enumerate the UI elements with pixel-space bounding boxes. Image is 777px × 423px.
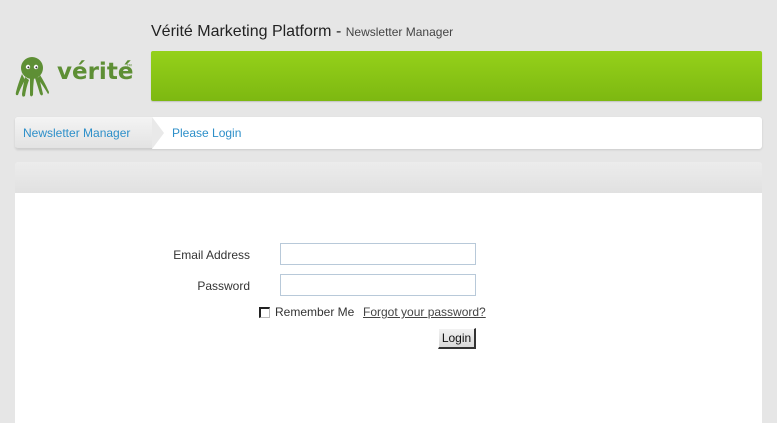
password-label: Password — [197, 279, 250, 293]
platform-subtitle: Newsletter Manager — [345, 25, 454, 39]
breadcrumb-current-page: Please Login — [172, 126, 242, 140]
verite-logo: vérité ™ — [14, 56, 134, 98]
title-separator: - — [331, 23, 346, 40]
login-panel: Email Address Password Remember Me Forgo… — [15, 193, 762, 423]
breadcrumb-arrow — [152, 117, 164, 149]
octopus-icon — [15, 57, 49, 97]
trademark-symbol: ™ — [126, 64, 132, 70]
password-field[interactable] — [280, 274, 476, 296]
remember-me-checkbox[interactable] — [259, 306, 270, 318]
breadcrumb: Newsletter Manager Please Login — [15, 117, 762, 149]
content-header-strip — [15, 162, 762, 193]
page-title: Vérité Marketing Platform - Newsletter M… — [151, 23, 453, 41]
logo-wordmark: vérité — [57, 59, 134, 85]
header-banner — [151, 51, 762, 101]
breadcrumb-newsletter-manager-link[interactable]: Newsletter Manager — [23, 126, 130, 140]
platform-title: Vérité Marketing Platform — [151, 23, 332, 40]
email-field[interactable] — [280, 243, 476, 265]
remember-me-option[interactable]: Remember Me — [259, 305, 354, 319]
login-button[interactable]: Login — [438, 328, 476, 349]
email-label: Email Address — [173, 248, 250, 262]
remember-me-label: Remember Me — [275, 305, 355, 319]
forgot-password-link[interactable]: Forgot your password? — [363, 305, 486, 319]
